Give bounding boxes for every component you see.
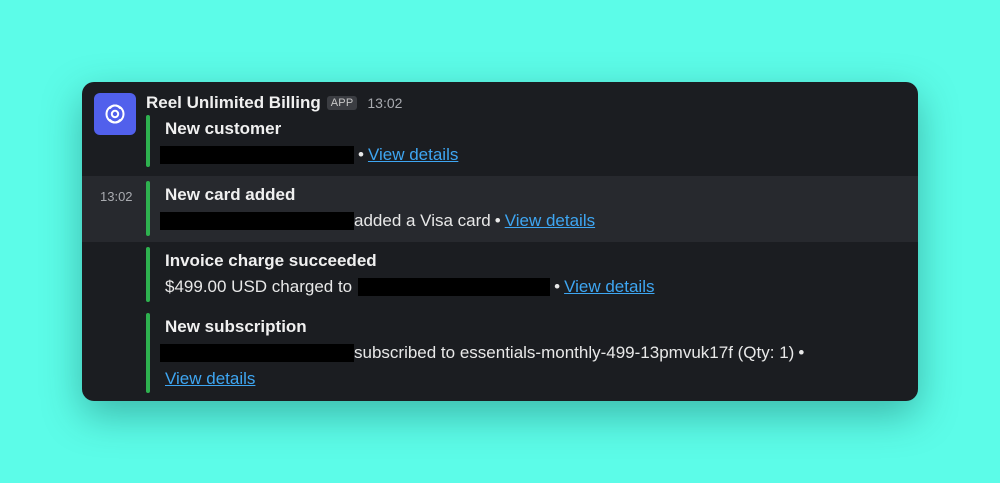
- attachment-body: • View details: [160, 145, 458, 165]
- view-details-link[interactable]: View details: [165, 369, 255, 389]
- attachment-title: New card added: [165, 185, 296, 204]
- redacted-text: [160, 212, 354, 230]
- redacted-text: [160, 344, 354, 362]
- hover-timestamp[interactable]: 13:02: [100, 189, 133, 204]
- view-details-link[interactable]: View details: [564, 277, 654, 297]
- attachment-title: Invoice charge succeeded: [165, 251, 377, 270]
- view-details-link[interactable]: View details: [368, 145, 458, 165]
- attachment-body-continued: View details: [165, 369, 255, 389]
- subscription-text: subscribed to essentials-monthly-499-13p…: [354, 343, 795, 362]
- message-invoice-charge: Invoice charge succeeded $499.00 USD cha…: [82, 242, 918, 308]
- attachment-bar: [146, 313, 150, 393]
- attachment-title: New customer: [165, 119, 282, 138]
- card-added-text: added a Visa card: [354, 211, 491, 230]
- message-new-customer: New customer • View details: [82, 82, 918, 174]
- attachment-body: $499.00 USD charged to • View details: [160, 277, 654, 297]
- bullet-separator: •: [554, 277, 561, 296]
- redacted-text: [160, 146, 354, 164]
- attachment-bar: [146, 115, 150, 167]
- message-new-subscription: New subscription subscribed to essential…: [82, 308, 918, 401]
- attachment-title: New subscription: [165, 317, 307, 336]
- message-card: Reel Unlimited Billing APP 13:02 New cus…: [82, 82, 918, 401]
- message-new-card[interactable]: 13:02 New card added added a Visa card •…: [82, 176, 918, 242]
- attachment-bar: [146, 181, 150, 236]
- redacted-text: [358, 278, 551, 296]
- bullet-separator: •: [358, 145, 364, 164]
- bullet-separator: •: [494, 211, 501, 230]
- view-details-link[interactable]: View details: [505, 211, 595, 231]
- attachment-bar: [146, 247, 150, 302]
- attachment-body: added a Visa card • View details: [160, 211, 595, 231]
- bullet-separator: •: [798, 343, 805, 362]
- charge-text: $499.00 USD charged to: [165, 277, 353, 296]
- attachment-body: subscribed to essentials-monthly-499-13p…: [160, 343, 808, 363]
